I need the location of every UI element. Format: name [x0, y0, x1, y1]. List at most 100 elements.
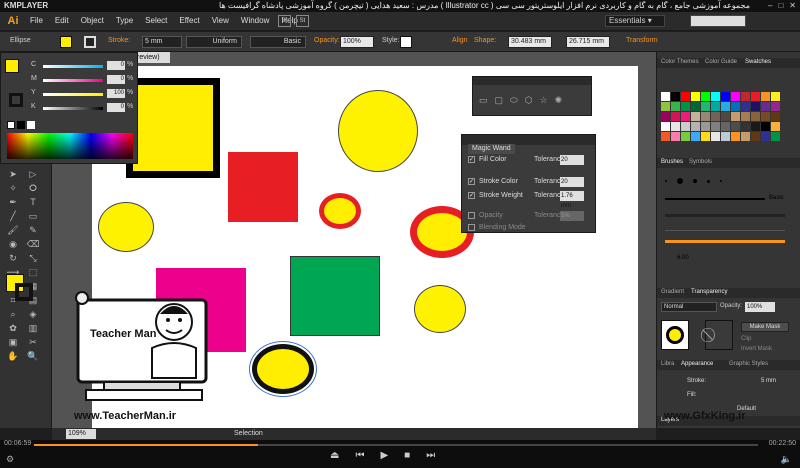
symbol-sprayer-tool-icon[interactable]: ✿ [6, 322, 20, 334]
swatch[interactable] [751, 102, 760, 111]
cmyk-value-field[interactable]: 0 [107, 75, 125, 84]
swatch[interactable] [741, 112, 750, 121]
cmyk-slider[interactable] [43, 93, 103, 96]
swatch[interactable] [711, 132, 720, 141]
swatch[interactable] [771, 132, 780, 141]
volume-icon[interactable]: 🔈 [781, 454, 792, 465]
invert-mask-checkbox[interactable]: Invert Mask [741, 346, 772, 352]
swatch[interactable] [751, 112, 760, 121]
panel-tab-swatches[interactable]: Swatches [745, 59, 771, 65]
rectangle-tool-icon[interactable]: ▭ [26, 210, 40, 222]
yellow-square-black-stroke[interactable] [126, 78, 220, 178]
swatch[interactable] [751, 122, 760, 131]
brush-dot-3[interactable] [693, 179, 697, 183]
appearance-stroke-value[interactable]: 5 mm [761, 378, 776, 384]
swatch[interactable] [711, 102, 720, 111]
black-swatch[interactable] [17, 121, 25, 129]
brush-dot-4[interactable] [707, 179, 710, 183]
swatch[interactable] [771, 102, 780, 111]
transform-label[interactable]: Transform [626, 37, 658, 44]
swatch[interactable] [731, 122, 740, 131]
panel-tab-appearance[interactable]: Appearance [681, 361, 713, 367]
cmyk-slider[interactable] [43, 65, 103, 68]
tolerance-field[interactable]: 20 [560, 155, 584, 165]
blend-tool-icon[interactable]: ◈ [26, 308, 40, 320]
rectangle-tool-icon[interactable]: ▭ [479, 95, 488, 106]
swatch[interactable] [681, 102, 690, 111]
free-transform-tool-icon[interactable]: ⬚ [26, 266, 40, 278]
line-tool-icon[interactable]: ╱ [6, 210, 20, 222]
brush-dot-2[interactable] [677, 178, 683, 184]
cmyk-slider[interactable] [43, 107, 103, 110]
brush-basic-stroke[interactable] [665, 198, 765, 200]
eject-icon[interactable]: ⏏ [330, 450, 339, 461]
align-label[interactable]: Align [452, 37, 468, 44]
swatch[interactable] [681, 122, 690, 131]
transparency-opacity-field[interactable]: 100% [745, 302, 775, 312]
panel-tab-libra[interactable]: Libra [661, 361, 674, 367]
settings-gear-icon[interactable]: ⚙ [6, 454, 14, 465]
swatch[interactable] [721, 112, 730, 121]
workspace-switcher[interactable]: Essentials ▾ [605, 15, 665, 27]
swatch[interactable] [671, 92, 680, 101]
none-swatch[interactable] [7, 121, 15, 129]
seek-bar[interactable] [34, 444, 758, 446]
swatch[interactable] [701, 112, 710, 121]
close-icon[interactable]: ✕ [789, 1, 796, 10]
zoom-tool-icon[interactable]: 🔍 [26, 350, 40, 362]
eraser-tool-icon[interactable]: ⌫ [26, 238, 40, 250]
object-thumbnail[interactable] [661, 320, 689, 350]
color-panel-fill-swatch[interactable] [5, 59, 19, 73]
swatch[interactable] [681, 92, 690, 101]
swatch[interactable] [671, 112, 680, 121]
bridge-icon[interactable]: Br [278, 15, 291, 27]
slice-tool-icon[interactable]: ✂ [26, 336, 40, 348]
panel-tab-brushes[interactable]: Brushes [661, 159, 683, 165]
opacity-field[interactable]: 100% [340, 36, 374, 48]
swatch[interactable] [691, 102, 700, 111]
swatch[interactable] [731, 112, 740, 121]
swatch[interactable] [721, 132, 730, 141]
cmyk-value-field[interactable]: 100 [107, 89, 125, 98]
swatch[interactable] [691, 92, 700, 101]
paintbrush-tool-icon[interactable]: 🖌 [6, 224, 20, 236]
maximize-icon[interactable]: □ [778, 1, 783, 10]
menu-effect[interactable]: Effect [179, 16, 199, 25]
opacity-label[interactable]: Opacity: [314, 37, 340, 44]
magic-wand-checkbox[interactable]: ✓ [468, 156, 475, 163]
fill-color-swatch[interactable] [60, 36, 72, 48]
swatch[interactable] [661, 122, 670, 131]
previous-icon[interactable]: ⏮ [355, 450, 364, 461]
swatch[interactable] [701, 102, 710, 111]
swatch[interactable] [711, 112, 720, 121]
swatch[interactable] [761, 132, 770, 141]
shape-height-field[interactable]: 26.715 mm [566, 36, 610, 48]
stock-icon[interactable]: St [296, 15, 309, 27]
swatch[interactable] [741, 102, 750, 111]
hand-tool-icon[interactable]: ✋ [6, 350, 20, 362]
yellow-circle-right[interactable] [414, 285, 466, 333]
swatch[interactable] [771, 92, 780, 101]
make-mask-button[interactable]: Make Mask [741, 322, 789, 332]
white-swatch[interactable] [27, 121, 35, 129]
swatch[interactable] [751, 132, 760, 141]
shape-label[interactable]: Shape: [474, 37, 496, 44]
swatch[interactable] [691, 112, 700, 121]
blend-mode-dropdown[interactable]: Normal [661, 302, 717, 312]
panel-tab-transparency[interactable]: Transparency [691, 289, 727, 295]
stroke-width-field[interactable]: 5 mm [142, 36, 182, 48]
swatch[interactable] [671, 132, 680, 141]
magic-wand-checkbox[interactable]: ✓ [468, 192, 475, 199]
stop-icon[interactable]: ■ [404, 450, 410, 461]
swatch[interactable] [671, 102, 680, 111]
swatch[interactable] [691, 132, 700, 141]
swatch[interactable] [751, 92, 760, 101]
pencil-tool-icon[interactable]: ✎ [26, 224, 40, 236]
search-input[interactable] [690, 15, 746, 27]
panel-tab-symbols[interactable]: Symbols [689, 159, 712, 165]
eyedropper-tool-icon[interactable]: ⌕ [6, 308, 20, 320]
selected-ellipse[interactable] [249, 341, 317, 397]
type-tool-icon[interactable]: T [26, 196, 40, 208]
tolerance-field[interactable]: 5% [560, 211, 584, 221]
brush-charcoal[interactable] [665, 214, 785, 217]
